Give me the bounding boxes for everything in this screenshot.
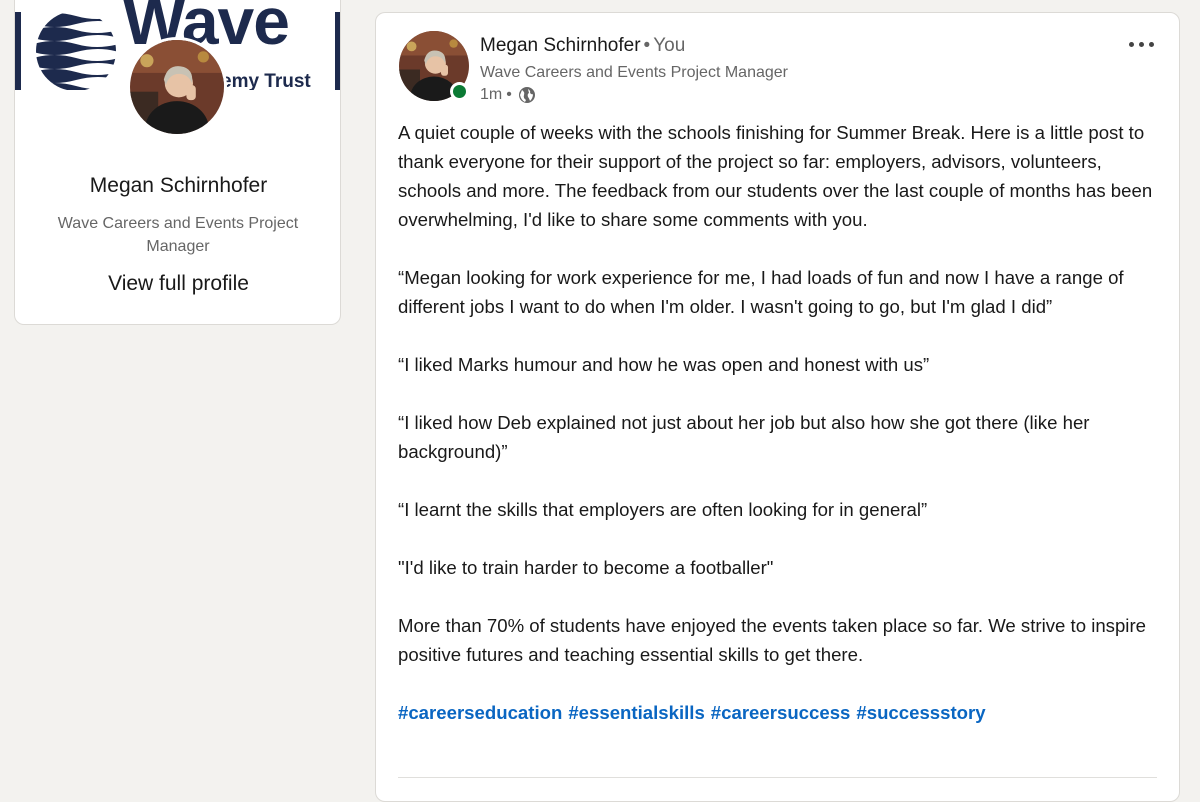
more-options-icon	[1148, 41, 1154, 47]
profile-headline: Wave Careers and Events Project Manager	[57, 215, 299, 255]
hashtag-link[interactable]: #careersuccess	[711, 702, 851, 723]
avatar-photo	[130, 40, 224, 134]
post-paragraph: More than 70% of students have enjoyed t…	[398, 615, 1146, 665]
separator-dot: •	[506, 86, 512, 103]
view-full-profile-link[interactable]: View full profile	[15, 272, 340, 296]
hashtag-list: #careerseducation #essentialskills #career…	[398, 698, 1158, 727]
relation-label: You	[653, 35, 686, 56]
post-divider	[398, 777, 1157, 778]
hashtag-link[interactable]: #careerseducation	[398, 702, 562, 723]
wave-logo-icon	[36, 13, 116, 90]
hashtag-link[interactable]: #essentialskills	[568, 702, 704, 723]
globe-icon	[518, 87, 535, 103]
post-card: Megan Schirnhofer • You Wave Careers and E…	[375, 12, 1180, 802]
separator-dot: •	[643, 35, 651, 56]
post-quote: "I'd like to train harder to become a fo…	[398, 557, 774, 578]
post-quote: “Megan looking for work experience for m…	[398, 267, 1124, 317]
more-options-icon	[1138, 41, 1144, 47]
post-quote: “I liked Marks humour and how he was ope…	[398, 354, 930, 375]
hashtag-link[interactable]: #successstory	[856, 702, 985, 723]
post-quote: “I learnt the skills that employers are …	[398, 499, 928, 520]
more-options-button[interactable]	[1116, 31, 1166, 57]
post-author-headline: Wave Careers and Events Project Manager	[480, 64, 788, 81]
post-body: A quiet couple of weeks with the schools…	[398, 118, 1158, 727]
post-meta: 1m •	[480, 86, 536, 104]
post-quote: “I liked how Deb explained not just abou…	[398, 412, 1090, 462]
profile-avatar[interactable]	[127, 37, 227, 137]
online-status-icon	[450, 82, 469, 101]
post-time: 1m	[480, 86, 503, 103]
profile-name[interactable]: Megan Schirnhofer	[15, 174, 340, 198]
post-author-line: Megan Schirnhofer • You	[480, 35, 685, 57]
more-options-icon	[1128, 41, 1134, 47]
profile-card: Wave emy Trust Megan Schirnhofer Wave Ca…	[14, 0, 341, 325]
banner-trust-text: emy Trust	[221, 71, 311, 90]
banner-left-bar	[15, 12, 21, 90]
post-author-name[interactable]: Megan Schirnhofer	[480, 35, 641, 56]
banner-right-bar	[335, 12, 340, 90]
post-paragraph: A quiet couple of weeks with the schools…	[398, 122, 1153, 230]
